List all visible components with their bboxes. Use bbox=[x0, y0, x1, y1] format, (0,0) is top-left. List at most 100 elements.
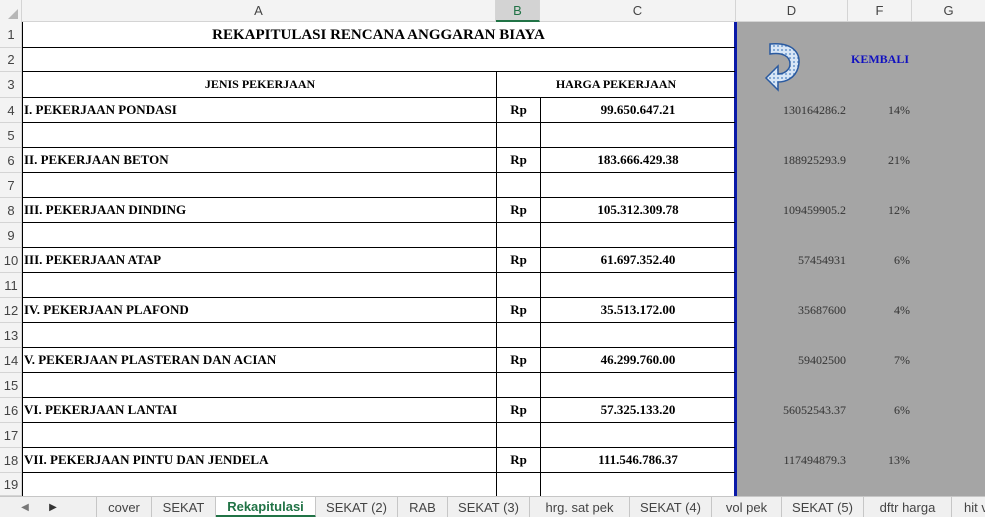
row-header-18[interactable]: 18 bbox=[0, 448, 22, 473]
column-header-d[interactable]: D bbox=[736, 0, 848, 22]
row-header-3[interactable]: 3 bbox=[0, 72, 22, 98]
sheet-tab-sekat-2[interactable]: SEKAT (2) bbox=[316, 497, 398, 517]
sheet-tab-sekat-5[interactable]: SEKAT (5) bbox=[782, 497, 864, 517]
spacer-cell-c[interactable] bbox=[540, 123, 735, 147]
row-header-1[interactable]: 1 bbox=[0, 22, 22, 48]
sheet-tab-hrg-sat-pek[interactable]: hrg. sat pek bbox=[530, 497, 630, 517]
item-amount[interactable]: 105.312.309.78 bbox=[540, 198, 735, 222]
d-value[interactable]: 130164286.2 bbox=[740, 98, 846, 123]
kembali-link[interactable]: KEMBALI bbox=[840, 48, 920, 70]
spacer-cell-b[interactable] bbox=[496, 373, 540, 397]
percent-value[interactable]: 7% bbox=[850, 348, 910, 373]
sheet-tab-rekapitulasi[interactable]: Rekapitulasi bbox=[216, 497, 316, 517]
item-currency[interactable]: Rp bbox=[496, 348, 540, 372]
item-currency[interactable]: Rp bbox=[496, 398, 540, 422]
row-header-14[interactable]: 14 bbox=[0, 348, 22, 373]
sheet-tab-sekat-4[interactable]: SEKAT (4) bbox=[630, 497, 712, 517]
item-amount[interactable]: 35.513.172.00 bbox=[540, 298, 735, 322]
row-header-13[interactable]: 13 bbox=[0, 323, 22, 348]
sheet-tab-sekat[interactable]: SEKAT bbox=[152, 497, 216, 517]
sheet-title[interactable]: REKAPITULASI RENCANA ANGGARAN BIAYA bbox=[22, 22, 735, 48]
spacer-cell-b[interactable] bbox=[496, 273, 540, 297]
percent-value[interactable]: 6% bbox=[850, 248, 910, 273]
item-amount[interactable]: 57.325.133.20 bbox=[540, 398, 735, 422]
item-currency[interactable]: Rp bbox=[496, 98, 540, 122]
row-header-4[interactable]: 4 bbox=[0, 98, 22, 123]
row-header-11[interactable]: 11 bbox=[0, 273, 22, 298]
item-amount[interactable]: 183.666.429.38 bbox=[540, 148, 735, 172]
spacer-cell-c[interactable] bbox=[540, 273, 735, 297]
item-name[interactable]: I. PEKERJAAN PONDASI bbox=[22, 98, 496, 122]
column-header-c[interactable]: C bbox=[540, 0, 736, 22]
row-header-12[interactable]: 12 bbox=[0, 298, 22, 323]
spacer-cell-b[interactable] bbox=[496, 323, 540, 347]
item-amount[interactable]: 61.697.352.40 bbox=[540, 248, 735, 272]
item-amount[interactable]: 111.546.786.37 bbox=[540, 448, 735, 472]
row-header-10[interactable]: 10 bbox=[0, 248, 22, 273]
spacer-cell-c[interactable] bbox=[540, 173, 735, 197]
curved-arrow-icon[interactable] bbox=[764, 40, 804, 96]
select-all-corner[interactable] bbox=[0, 0, 22, 22]
spacer-cell-b[interactable] bbox=[496, 223, 540, 247]
d-value[interactable]: 35687600 bbox=[740, 298, 846, 323]
column-header-a[interactable]: A bbox=[22, 0, 496, 22]
spacer-cell-b[interactable] bbox=[496, 473, 540, 496]
header-jenis-pekerjaan[interactable]: JENIS PEKERJAAN bbox=[22, 72, 496, 97]
d-value[interactable]: 109459905.2 bbox=[740, 198, 846, 223]
sheet-tab-vol-pek[interactable]: vol pek bbox=[712, 497, 782, 517]
row-header-7[interactable]: 7 bbox=[0, 173, 22, 198]
percent-value[interactable]: 13% bbox=[850, 448, 910, 473]
column-header-b[interactable]: B bbox=[496, 0, 540, 22]
row-header-8[interactable]: 8 bbox=[0, 198, 22, 223]
spacer-cell-b[interactable] bbox=[496, 123, 540, 147]
sheet-tab-dftr-harga[interactable]: dftr harga bbox=[864, 497, 952, 517]
sheet-tab-rab[interactable]: RAB bbox=[398, 497, 448, 517]
row-header-6[interactable]: 6 bbox=[0, 148, 22, 173]
spacer-cell-b[interactable] bbox=[496, 423, 540, 447]
spacer-cell-c[interactable] bbox=[540, 323, 735, 347]
d-value[interactable]: 57454931 bbox=[740, 248, 846, 273]
item-currency[interactable]: Rp bbox=[496, 448, 540, 472]
item-currency[interactable]: Rp bbox=[496, 298, 540, 322]
item-currency[interactable]: Rp bbox=[496, 248, 540, 272]
d-value[interactable]: 59402500 bbox=[740, 348, 846, 373]
percent-value[interactable]: 14% bbox=[850, 98, 910, 123]
d-value[interactable]: 56052543.37 bbox=[740, 398, 846, 423]
item-name[interactable]: III. PEKERJAAN ATAP bbox=[22, 248, 496, 272]
row-header-5[interactable]: 5 bbox=[0, 123, 22, 148]
header-harga-pekerjaan[interactable]: HARGA PEKERJAAN bbox=[496, 72, 735, 97]
item-currency[interactable]: Rp bbox=[496, 148, 540, 172]
spacer-cell-b[interactable] bbox=[496, 173, 540, 197]
spacer-cell-c[interactable] bbox=[540, 473, 735, 496]
row-header-19[interactable]: 19 bbox=[0, 473, 22, 496]
row-header-17[interactable]: 17 bbox=[0, 423, 22, 448]
percent-value[interactable]: 4% bbox=[850, 298, 910, 323]
item-name[interactable]: VII. PEKERJAAN PINTU DAN JENDELA bbox=[22, 448, 496, 472]
item-name[interactable]: II. PEKERJAAN BETON bbox=[22, 148, 496, 172]
row-header-2[interactable]: 2 bbox=[0, 48, 22, 72]
column-header-g[interactable]: G bbox=[912, 0, 985, 22]
item-name[interactable]: VI. PEKERJAAN LANTAI bbox=[22, 398, 496, 422]
sheet-tab-sekat-3[interactable]: SEKAT (3) bbox=[448, 497, 530, 517]
d-value[interactable]: 117494879.3 bbox=[740, 448, 846, 473]
tab-scroll-left-icon[interactable]: ◀ bbox=[14, 497, 36, 517]
d-value[interactable]: 188925293.9 bbox=[740, 148, 846, 173]
item-name[interactable]: V. PEKERJAAN PLASTERAN DAN ACIAN bbox=[22, 348, 496, 372]
row-header-16[interactable]: 16 bbox=[0, 398, 22, 423]
item-amount[interactable]: 99.650.647.21 bbox=[540, 98, 735, 122]
sheet-tab-cover[interactable]: cover bbox=[96, 497, 152, 517]
spacer-cell-c[interactable] bbox=[540, 373, 735, 397]
percent-value[interactable]: 21% bbox=[850, 148, 910, 173]
item-name[interactable]: III. PEKERJAAN DINDING bbox=[22, 198, 496, 222]
item-name[interactable]: IV. PEKERJAAN PLAFOND bbox=[22, 298, 496, 322]
item-currency[interactable]: Rp bbox=[496, 198, 540, 222]
table-row-empty-2[interactable] bbox=[22, 48, 735, 72]
row-header-15[interactable]: 15 bbox=[0, 373, 22, 398]
row-header-9[interactable]: 9 bbox=[0, 223, 22, 248]
percent-value[interactable]: 6% bbox=[850, 398, 910, 423]
spacer-cell-c[interactable] bbox=[540, 223, 735, 247]
tab-scroll-right-icon[interactable]: ▶ bbox=[42, 497, 64, 517]
column-header-f[interactable]: F bbox=[848, 0, 912, 22]
item-amount[interactable]: 46.299.760.00 bbox=[540, 348, 735, 372]
spacer-cell-c[interactable] bbox=[540, 423, 735, 447]
